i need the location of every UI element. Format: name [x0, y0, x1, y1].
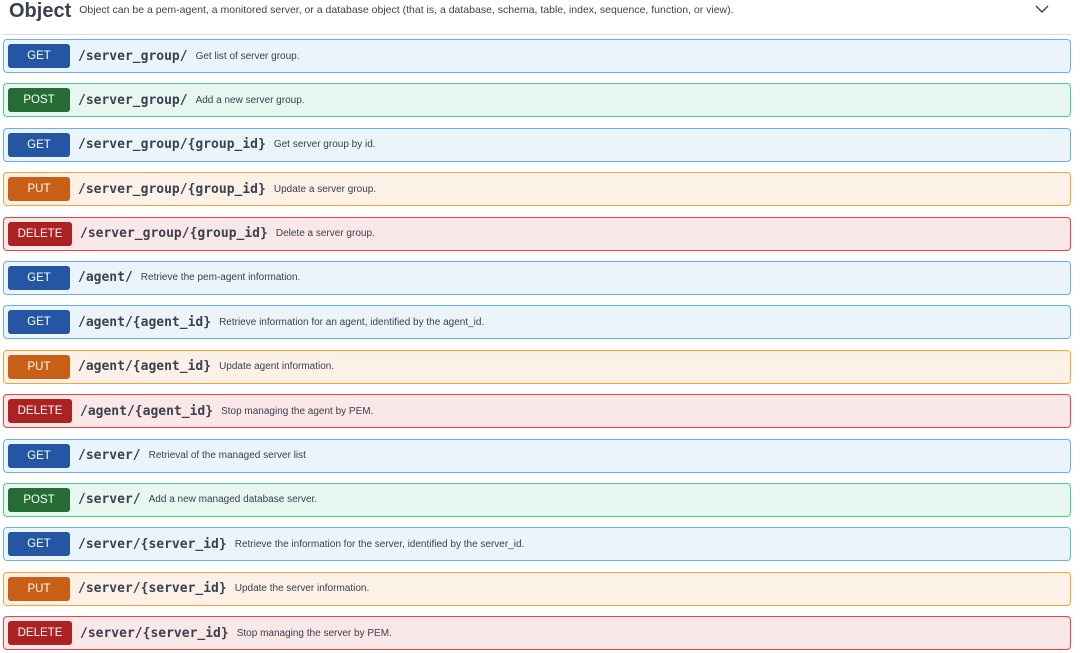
endpoint-path: /server_group/{group_id}	[80, 226, 268, 242]
method-badge: PUT	[8, 177, 70, 202]
endpoint-summary: Retrieval of the managed server list	[148, 450, 306, 462]
method-badge: GET	[8, 132, 70, 157]
endpoint-path: /agent/{agent_id}	[78, 314, 212, 330]
operation-row[interactable]: GET /agent/{agent_id} Retrieve informati…	[3, 305, 1071, 340]
operation-row[interactable]: POST /server_group/ Add a new server gro…	[3, 83, 1071, 118]
endpoint-path: /server/	[78, 448, 141, 464]
operation-row[interactable]: GET /server_group/ Get list of server gr…	[3, 39, 1071, 73]
method-badge: DELETE	[8, 221, 72, 246]
method-badge: GET	[8, 265, 70, 290]
method-badge: POST	[8, 487, 70, 512]
endpoint-summary: Retrieve the information for the server,…	[234, 538, 525, 550]
endpoint-path: /server_group/	[78, 48, 188, 64]
endpoint-path: /server/{server_id}	[78, 536, 227, 552]
operation-row[interactable]: GET /server/{server_id} Retrieve the inf…	[3, 527, 1071, 562]
method-badge: GET	[8, 310, 70, 335]
method-badge: PUT	[8, 354, 70, 379]
endpoint-summary: Add a new managed database server.	[148, 494, 318, 506]
operation-row[interactable]: GET /agent/ Retrieve the pem-agent infor…	[3, 260, 1071, 295]
endpoint-path: /server_group/{group_id}	[78, 137, 266, 153]
endpoint-summary: Add a new server group.	[195, 94, 305, 106]
endpoint-summary: Get server group by id.	[273, 139, 376, 151]
operation-row[interactable]: DELETE /agent/{agent_id} Stop managing t…	[3, 394, 1071, 429]
endpoint-path: /agent/	[78, 270, 133, 286]
method-badge: GET	[8, 443, 70, 468]
endpoint-path: /server_group/{group_id}	[78, 181, 266, 197]
endpoint-summary: Retrieve information for an agent, ident…	[219, 316, 485, 328]
endpoint-summary: Stop managing the server by PEM.	[236, 627, 392, 639]
method-badge: POST	[8, 88, 70, 113]
section-header-object[interactable]: Object Object can be a pem-agent, a moni…	[3, 0, 1071, 35]
method-badge: PUT	[8, 576, 70, 601]
method-badge: GET	[8, 532, 70, 557]
endpoint-summary: Update a server group.	[273, 183, 377, 195]
endpoint-summary: Get list of server group.	[195, 50, 300, 62]
method-badge: GET	[8, 44, 70, 68]
endpoint-summary: Update the server information.	[234, 583, 370, 595]
operation-row[interactable]: GET /server_group/{group_id} Get server …	[3, 127, 1071, 162]
api-docs-page: Object Object can be a pem-agent, a moni…	[0, 0, 1080, 653]
endpoint-path: /agent/{agent_id}	[78, 359, 212, 375]
operation-row[interactable]: GET /server/ Retrieval of the managed se…	[3, 438, 1071, 473]
method-badge: DELETE	[8, 621, 72, 646]
section-description: Object can be a pem-agent, a monitored s…	[79, 4, 734, 16]
operation-row[interactable]: DELETE /server/{server_id} Stop managing…	[3, 616, 1071, 651]
section-title: Object	[9, 0, 72, 22]
endpoint-summary: Update agent information.	[219, 361, 335, 373]
endpoint-summary: Delete a server group.	[275, 228, 375, 240]
operation-row[interactable]: DELETE /server_group/{group_id} Delete a…	[3, 216, 1071, 251]
operation-row[interactable]: PUT /server_group/{group_id} Update a se…	[3, 172, 1071, 207]
endpoint-path: /agent/{agent_id}	[80, 403, 214, 419]
endpoint-path: /server/{server_id}	[80, 625, 229, 641]
operation-row[interactable]: POST /server/ Add a new managed database…	[3, 482, 1071, 517]
endpoint-summary: Stop managing the agent by PEM.	[221, 405, 374, 417]
operations-list: GET /server_group/ Get list of server gr…	[3, 39, 1071, 653]
endpoint-path: /server_group/	[78, 92, 188, 108]
chevron-down-icon[interactable]	[1035, 2, 1049, 16]
endpoint-summary: Retrieve the pem-agent information.	[140, 272, 301, 284]
endpoint-path: /server/{server_id}	[78, 581, 227, 597]
endpoint-path: /server/	[78, 492, 141, 508]
operation-row[interactable]: PUT /server/{server_id} Update the serve…	[3, 571, 1071, 606]
operation-row[interactable]: PUT /agent/{agent_id} Update agent infor…	[3, 349, 1071, 384]
method-badge: DELETE	[8, 399, 72, 424]
